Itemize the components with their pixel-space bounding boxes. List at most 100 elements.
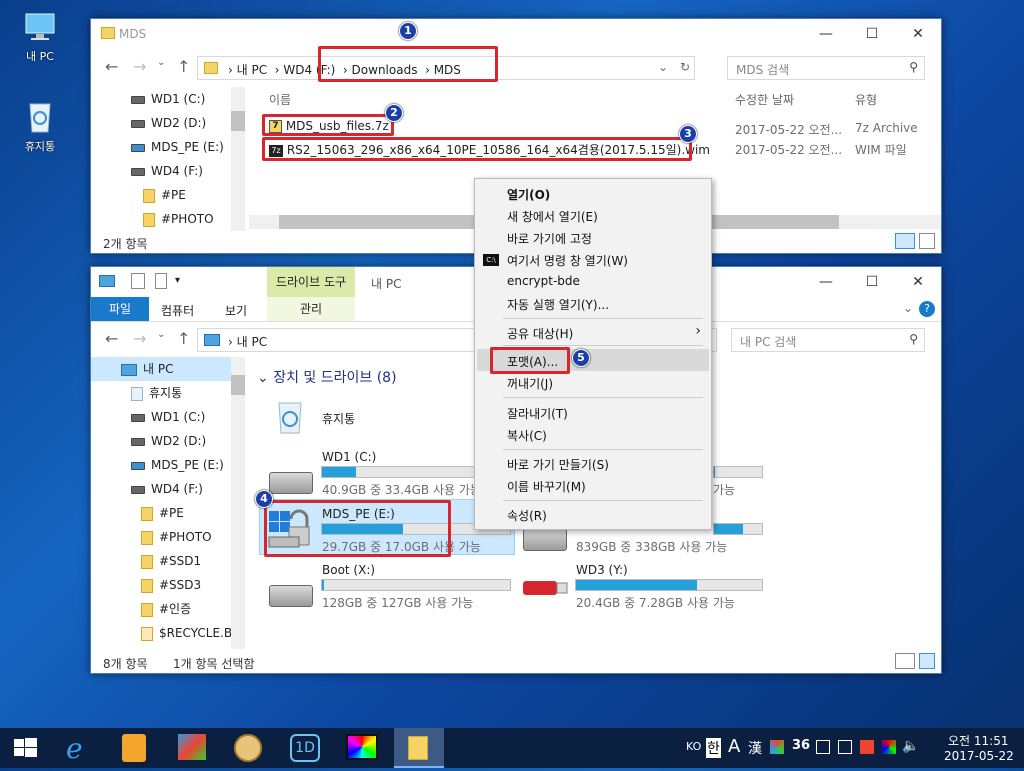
properties-icon[interactable] [131,273,145,289]
taskbar-app-disc[interactable] [224,728,274,768]
tray-app-icon[interactable] [816,740,830,754]
menu-item-encrypt-bde[interactable]: encrypt-bde [507,274,580,288]
tree-item[interactable]: WD1 (C:) [121,405,231,429]
tray-36-icon[interactable]: 36 [792,738,810,753]
tree-item[interactable]: 휴지통 [121,381,231,405]
tray-app-icon[interactable] [770,740,784,754]
ribbon-context-tab[interactable]: 드라이브 도구 [267,267,355,297]
maximize-button[interactable]: ☐ [849,19,895,49]
help-icon[interactable]: ? [919,301,935,317]
taskbar-app-monitor[interactable] [338,728,388,768]
tree-item[interactable]: #SSD3 [121,573,231,597]
tab-computer[interactable]: 컴퓨터 [161,302,194,319]
ime-mode[interactable]: 한 [706,738,721,758]
forward-button[interactable]: → [133,329,146,348]
group-header[interactable]: ⌄ 장치 및 드라이브 (8) [257,367,397,387]
chevron-down-icon[interactable]: ⌄ [658,60,668,74]
menu-item-open[interactable]: 열기(O) [507,186,550,203]
large-icons-view-icon[interactable] [919,653,935,669]
recent-dropdown-icon[interactable]: ⌄ [157,57,165,68]
tree-item[interactable]: #SSD1 [121,549,231,573]
tray-app-icon[interactable] [860,740,874,754]
menu-item-open-command-window[interactable]: 여기서 명령 창 열기(W) [507,252,628,269]
forward-button[interactable]: → [133,57,146,76]
taskbar-app-screenshot[interactable] [168,728,218,768]
up-button[interactable]: ↑ [177,57,190,76]
drive-label[interactable]: 휴지통 [322,410,355,427]
menu-item-autoplay[interactable]: 자동 실행 열기(Y)... [507,296,609,313]
ime-hanja[interactable]: 漢 [748,738,762,758]
tree-scrollbar[interactable] [231,357,245,649]
tree-item[interactable]: 내 PC [91,357,231,381]
menu-item-open-new-window[interactable]: 새 창에서 열기(E) [507,208,598,225]
recent-dropdown-icon[interactable]: ⌄ [157,329,165,340]
desktop-icon-recycle-bin[interactable]: 휴지통 [5,98,75,154]
taskbar-app-ie[interactable]: e [56,728,106,768]
input-language[interactable]: KO [686,740,701,753]
new-file-icon[interactable] [155,273,167,289]
menu-item-eject[interactable]: 꺼내기(J) [507,375,553,392]
clock-date[interactable]: 2017-05-22 [944,749,1014,763]
chevron-down-icon[interactable]: ⌄ [903,301,913,315]
search-input[interactable]: MDS 검색 ⚲ [727,56,925,80]
menu-item-copy[interactable]: 복사(C) [507,427,547,444]
network-icon[interactable] [838,740,852,754]
column-header-name[interactable]: 이름 [269,91,291,108]
title-bar[interactable]: MDS — ☐ ✕ [91,19,941,49]
tab-file[interactable]: 파일 [91,297,149,321]
back-button[interactable]: ← [105,329,118,348]
menu-item-properties[interactable]: 속성(R) [507,507,547,524]
tab-view[interactable]: 보기 [225,302,247,319]
details-view-icon[interactable] [895,233,915,249]
column-header-date[interactable]: 수정한 날짜 [735,91,794,108]
tree-item[interactable]: $RECYCLE.BI [121,621,231,645]
tree-item[interactable]: #PE [131,183,231,207]
tree-item[interactable]: MDS_PE (E:) [121,453,231,477]
details-view-icon[interactable] [895,653,915,669]
taskbar-app-explorer[interactable] [394,728,444,768]
drive-icon [131,485,145,494]
tree-item[interactable]: WD4 (F:) [131,159,231,183]
tab-manage[interactable]: 관리 [267,297,355,321]
tree-item[interactable]: WD2 (D:) [121,429,231,453]
ime-width[interactable]: A [728,736,740,757]
minimize-button[interactable]: — [803,267,849,297]
clock-time[interactable]: 오전 11:51 [948,732,1008,749]
tray-app-icon[interactable] [882,740,896,754]
taskbar-app-search[interactable] [110,728,160,768]
back-button[interactable]: ← [105,57,118,76]
menu-item-pin-quick-access[interactable]: 바로 가기에 고정 [507,230,592,247]
tree-item[interactable]: #인증 [121,597,231,621]
breadcrumb-item[interactable]: 내 PC [237,335,267,349]
refresh-icon[interactable]: ↻ [680,60,690,74]
start-button[interactable] [0,728,50,768]
column-header-type[interactable]: 유형 [855,91,877,108]
tree-item[interactable]: WD4 (F:) [121,477,231,501]
menu-item-create-shortcut[interactable]: 바로 가기 만들기(S) [507,456,609,473]
large-icons-view-icon[interactable] [919,233,935,249]
tree-item[interactable]: WD2 (D:) [131,111,231,135]
desktop-icon-my-pc[interactable]: 내 PC [5,10,75,64]
menu-item-share-with[interactable]: 공유 대상(H) [507,325,573,342]
menu-item-rename[interactable]: 이름 바꾸기(M) [507,478,586,495]
close-button[interactable]: ✕ [895,19,941,49]
taskbar-app-id[interactable]: 1D [280,728,330,768]
volume-icon[interactable]: 🔈 [902,738,919,754]
up-button[interactable]: ↑ [177,329,190,348]
drive-label[interactable]: WD1 (C:) [322,450,376,464]
breadcrumb-item[interactable]: 내 PC [237,63,267,77]
maximize-button[interactable]: ☐ [849,267,895,297]
tree-item[interactable]: #PE [121,501,231,525]
minimize-button[interactable]: — [803,19,849,49]
tree-item[interactable]: MDS_PE (E:) [131,135,231,159]
menu-item-cut[interactable]: 잘라내기(T) [507,405,568,422]
drive-label[interactable]: Boot (X:) [322,563,375,577]
tree-item[interactable]: #PHOTO [131,207,231,231]
drive-label[interactable]: WD3 (Y:) [576,563,628,577]
quick-access-dropdown-icon[interactable]: ▾ [175,275,180,286]
tree-item[interactable]: WD1 (C:) [131,87,231,111]
tree-item[interactable]: #PHOTO [121,525,231,549]
search-input[interactable]: 내 PC 검색 ⚲ [731,328,925,352]
close-button[interactable]: ✕ [895,267,941,297]
tree-scrollbar[interactable] [231,87,245,231]
